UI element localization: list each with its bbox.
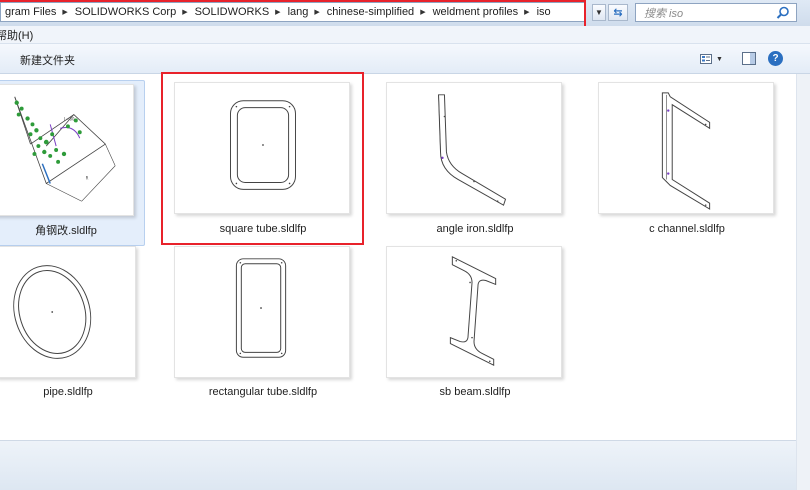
- address-history-dropdown[interactable]: ▼: [592, 4, 606, 21]
- file-name: 角钢改.sldlfp: [35, 225, 97, 237]
- search-placeholder: 搜索 iso: [644, 7, 684, 20]
- pipe-thumbnail: [0, 246, 136, 378]
- search-input[interactable]: 搜索 iso: [635, 3, 797, 22]
- file-item[interactable]: c channel.sldlfp: [598, 82, 776, 235]
- file-name: pipe.sldlfp: [43, 386, 93, 398]
- sb-beam-thumbnail: [386, 246, 562, 378]
- details-pane: [0, 440, 796, 490]
- square-tube-thumbnail: [174, 82, 350, 214]
- chevron-down-icon: ▼: [716, 55, 723, 63]
- file-item[interactable]: sb beam.sldlfp: [386, 246, 564, 398]
- file-item[interactable]: L=60 R 角钢改.sldlfp: [0, 80, 145, 246]
- file-item[interactable]: pipe.sldlfp: [0, 246, 140, 398]
- breadcrumb-lang[interactable]: lang: [284, 6, 312, 18]
- file-item[interactable]: angle iron.sldlfp: [386, 82, 564, 235]
- breadcrumb-separator-icon[interactable]: ▶: [59, 8, 70, 16]
- refresh-icon: ⇆: [613, 7, 623, 19]
- file-name: rectangular tube.sldlfp: [208, 386, 318, 398]
- vertical-scrollbar[interactable]: [796, 74, 810, 490]
- refresh-button[interactable]: ⇆: [608, 4, 628, 21]
- file-name: square tube.sldlfp: [219, 223, 307, 235]
- angle-sketch-thumbnail: L=60 R: [0, 84, 134, 216]
- search-icon[interactable]: [776, 6, 790, 20]
- view-icon: [700, 54, 712, 64]
- breadcrumb-program-files[interactable]: gram Files: [1, 6, 59, 18]
- file-name: angle iron.sldlfp: [436, 223, 514, 235]
- file-name: c channel.sldlfp: [649, 223, 725, 235]
- breadcrumb-chinese-simplified[interactable]: chinese-simplified: [323, 6, 417, 18]
- breadcrumb-weldment-profiles[interactable]: weldment profiles: [429, 6, 522, 18]
- help-icon[interactable]: ?: [768, 51, 783, 66]
- file-name: sb beam.sldlfp: [439, 386, 511, 398]
- file-item[interactable]: rectangular tube.sldlfp: [174, 246, 352, 398]
- breadcrumb-separator-icon[interactable]: ▶: [179, 8, 190, 16]
- c-channel-thumbnail: [598, 82, 774, 214]
- breadcrumb-separator-icon[interactable]: ▶: [272, 8, 283, 16]
- svg-text:L=60: L=60: [64, 116, 75, 121]
- rectangular-tube-thumbnail: [174, 246, 350, 378]
- file-item[interactable]: square tube.sldlfp: [174, 82, 352, 235]
- preview-pane-icon[interactable]: [742, 52, 756, 65]
- chevron-down-icon: ▼: [595, 8, 603, 17]
- svg-text:R: R: [86, 176, 89, 181]
- breadcrumb-separator-icon[interactable]: ▶: [521, 8, 532, 16]
- new-folder-button[interactable]: 新建文件夹: [20, 52, 75, 68]
- breadcrumb-separator-icon[interactable]: ▶: [311, 8, 322, 16]
- breadcrumb-separator-icon[interactable]: ▶: [417, 8, 428, 16]
- menu-help[interactable]: 帮助(H): [0, 27, 35, 43]
- angle-iron-thumbnail: [386, 82, 562, 214]
- breadcrumb-solidworks-corp[interactable]: SOLIDWORKS Corp: [71, 6, 179, 18]
- breadcrumb-iso[interactable]: iso: [533, 6, 554, 18]
- address-row: gram Files ▶ SOLIDWORKS Corp ▶ SOLIDWORK…: [0, 0, 810, 26]
- command-bar: 新建文件夹 ▼ ?: [0, 44, 810, 74]
- menu-bar: 帮助(H): [0, 26, 810, 44]
- address-bar[interactable]: gram Files ▶ SOLIDWORKS Corp ▶ SOLIDWORK…: [0, 2, 586, 22]
- breadcrumb-solidworks[interactable]: SOLIDWORKS: [191, 6, 273, 18]
- change-view-button[interactable]: ▼: [700, 52, 728, 66]
